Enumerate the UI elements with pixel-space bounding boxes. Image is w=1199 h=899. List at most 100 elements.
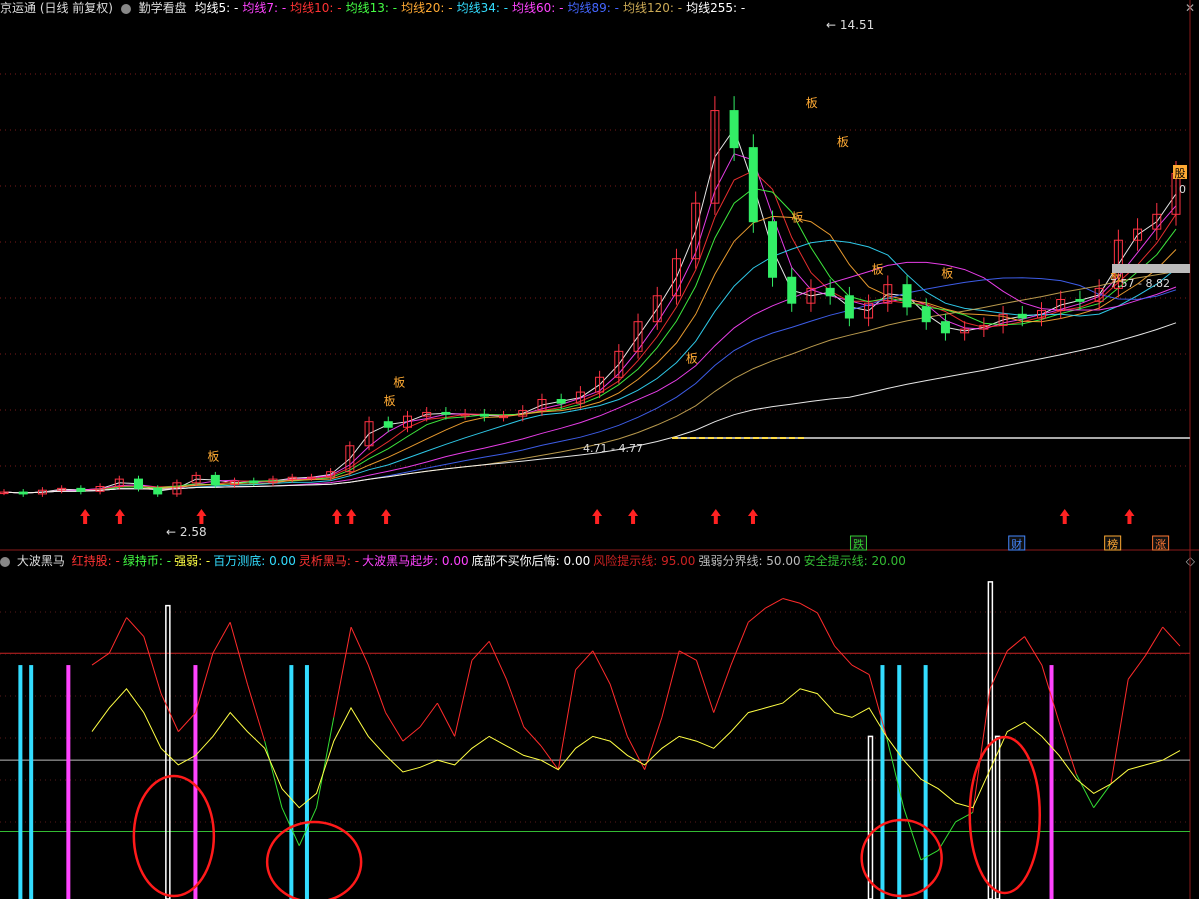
red-green-line-segment <box>436 702 456 737</box>
board-mark: 板 <box>941 266 953 280</box>
board-mark: 板 <box>686 351 698 365</box>
stock-chart[interactable]: 板板板板板板板板板板← 14.51← 2.584.71 - 4.777.57 -… <box>0 0 1199 899</box>
cyan-signal-bar <box>304 665 309 899</box>
candle-body <box>210 474 220 486</box>
white-signal-bar <box>165 604 171 899</box>
ma-line-均线89 <box>3 277 1177 494</box>
red-green-line-segment <box>851 664 870 676</box>
red-green-line-segment <box>1006 636 1025 652</box>
strength-line <box>91 688 1181 809</box>
white-signal-bar <box>994 735 1001 899</box>
ma-line-均线120 <box>3 271 1177 494</box>
red-green-line-segment <box>246 683 266 742</box>
event-tag: 榜 <box>1107 537 1118 551</box>
red-green-line-segment <box>747 607 766 623</box>
red-green-line-segment <box>557 669 577 770</box>
candle-body <box>825 287 835 297</box>
highlight-circle <box>132 774 216 898</box>
buy-arrow-icon <box>331 509 342 524</box>
cyan-signal-bar <box>289 665 294 899</box>
red-green-line-segment <box>143 636 162 694</box>
red-green-line-segment <box>678 650 697 661</box>
red-green-line-segment <box>695 660 715 713</box>
side-tag-text: 股 <box>1175 167 1186 180</box>
red-green-line-segment <box>1024 636 1043 666</box>
red-green-line-segment <box>350 626 369 666</box>
red-green-line-segment <box>506 679 525 728</box>
candle-body <box>748 147 758 223</box>
red-green-line-segment <box>816 612 836 647</box>
red-green-line-segment <box>626 736 646 770</box>
red-green-line-segment <box>316 717 335 808</box>
buy-arrow-icon <box>710 509 721 524</box>
red-green-line-segment <box>1162 626 1181 647</box>
event-tag: 涨 <box>1155 538 1166 551</box>
candle-body <box>729 110 739 149</box>
candle-body <box>902 284 912 308</box>
event-tag: 财 <box>1011 537 1022 551</box>
red-green-line-segment <box>661 650 680 718</box>
red-green-line-segment <box>1127 655 1146 680</box>
candle-body <box>787 276 797 304</box>
board-mark: 板 <box>806 96 818 110</box>
board-mark: 板 <box>393 376 405 390</box>
candle-body <box>479 413 489 417</box>
red-green-line-segment <box>1093 783 1112 808</box>
range-label-right: 7.57 - 8.82 <box>1110 277 1170 290</box>
buy-arrow-icon <box>381 509 392 524</box>
red-green-line-segment <box>385 712 404 742</box>
candle-body <box>383 421 393 428</box>
red-green-line-segment <box>920 850 939 861</box>
candle-body <box>844 295 854 319</box>
board-mark: 板 <box>207 450 219 464</box>
range-bar-right <box>1112 264 1190 273</box>
red-green-line-segment <box>264 741 283 808</box>
red-green-line-segment <box>903 807 922 861</box>
buy-arrow-icon <box>1059 509 1070 524</box>
red-green-line-segment <box>91 652 110 666</box>
red-green-line-segment <box>782 598 801 604</box>
red-green-line-segment <box>765 598 784 609</box>
red-green-line-segment <box>333 626 352 718</box>
candle-body <box>1075 298 1085 302</box>
candle-body <box>441 411 451 415</box>
low-price-label: ← 2.58 <box>166 525 207 539</box>
red-green-line-segment <box>609 683 628 737</box>
cyan-signal-bar <box>880 665 885 899</box>
board-mark: 板 <box>791 211 803 225</box>
board-mark: 板 <box>872 263 884 277</box>
cyan-signal-bar <box>29 665 34 899</box>
red-green-line-segment <box>1145 626 1164 656</box>
magenta-signal-bar <box>193 665 198 899</box>
red-green-line-segment <box>592 650 611 685</box>
red-green-line-segment <box>419 702 438 728</box>
highlight-circle <box>265 820 363 899</box>
red-green-line-segment <box>523 726 542 747</box>
red-green-line-segment <box>454 660 473 737</box>
board-mark: 板 <box>384 394 396 408</box>
buy-arrow-icon <box>80 509 91 524</box>
red-green-line-segment <box>540 745 559 770</box>
red-green-line-segment <box>713 664 732 713</box>
buy-arrow-icon <box>114 509 125 524</box>
right-edge-label: 0 <box>1179 183 1186 196</box>
candle-body <box>768 221 778 278</box>
candle-body <box>921 306 931 323</box>
red-green-line-segment <box>177 712 196 732</box>
candle-body <box>249 480 259 484</box>
magenta-signal-bar <box>66 665 71 899</box>
red-green-line-segment <box>834 645 853 666</box>
red-green-line-segment <box>195 653 214 713</box>
cyan-signal-bar <box>18 665 23 899</box>
ma-line-均线60 <box>3 261 1177 494</box>
red-green-line-segment <box>972 688 991 813</box>
red-green-line-segment <box>212 622 231 654</box>
red-green-line-segment <box>799 602 818 614</box>
red-green-line-segment <box>126 617 145 637</box>
range-label-mid: 4.71 - 4.77 <box>583 442 643 455</box>
red-green-line-segment <box>367 664 387 713</box>
red-green-line-segment <box>730 622 749 666</box>
red-green-line-segment <box>1110 679 1129 785</box>
candle-body <box>940 321 950 334</box>
board-mark: 板 <box>837 135 849 149</box>
